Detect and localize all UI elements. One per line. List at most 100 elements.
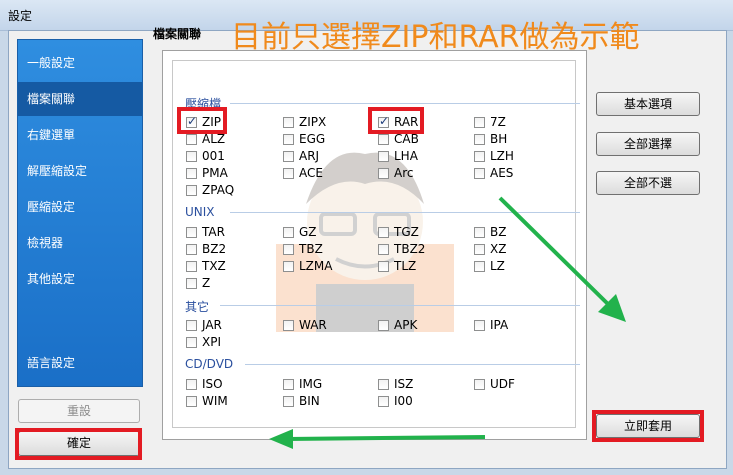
select-all-button[interactable]: 全部選擇 (596, 132, 700, 156)
sidebar-item-context-menu[interactable]: 右鍵選單 (18, 118, 142, 152)
label-7z: 7Z (490, 115, 506, 129)
checkbox-tgz[interactable] (378, 227, 389, 238)
checkbox-xpi[interactable] (186, 337, 197, 348)
checkbox-ace[interactable] (283, 168, 294, 179)
checkbox-7z[interactable] (474, 117, 485, 128)
checkbox-udf[interactable] (474, 379, 485, 390)
label-tar: TAR (202, 225, 225, 239)
checkbox-zpaq[interactable] (186, 185, 197, 196)
checkbox-arj[interactable] (283, 151, 294, 162)
green-arrow-down-right-icon (498, 196, 626, 322)
label-i00: I00 (394, 394, 413, 408)
label-bin: BIN (299, 394, 320, 408)
sidebar-item-language[interactable]: 語言設定 (18, 346, 142, 380)
basic-options-button[interactable]: 基本選項 (596, 92, 700, 116)
label-tgz: TGZ (394, 225, 419, 239)
label-alz: ALZ (202, 132, 226, 146)
ok-button[interactable]: 確定 (18, 431, 140, 456)
label-aes: AES (490, 166, 514, 180)
sidebar-item-general[interactable]: 一般設定 (18, 46, 142, 80)
checkbox-egg[interactable] (283, 134, 294, 145)
checkbox-txz[interactable] (186, 261, 197, 272)
checkbox-arc[interactable] (378, 168, 389, 179)
sidebar-item-compress[interactable]: 壓縮設定 (18, 190, 142, 224)
label-pma: PMA (202, 166, 228, 180)
checkbox-tbz2[interactable] (378, 244, 389, 255)
checkbox-i00[interactable] (378, 396, 389, 407)
checkbox-ipa[interactable] (474, 320, 485, 331)
checkbox-gz[interactable] (283, 227, 294, 238)
checkbox-zipx[interactable] (283, 117, 294, 128)
section-unix-label: UNIX (185, 205, 215, 219)
sidebar-item-extract[interactable]: 解壓縮設定 (18, 154, 142, 188)
checkbox-isz[interactable] (378, 379, 389, 390)
label-rar: RAR (394, 115, 419, 129)
reset-button[interactable]: 重設 (18, 399, 140, 423)
sidebar-item-file-association[interactable]: 檔案關聯 (18, 82, 142, 116)
checkbox-war[interactable] (283, 320, 294, 331)
label-arj: ARJ (299, 149, 320, 163)
label-iso: ISO (202, 377, 223, 391)
label-tbz: TBZ (299, 242, 323, 256)
label-ace: ACE (299, 166, 323, 180)
checkbox-apk[interactable] (378, 320, 389, 331)
section-divider (245, 364, 580, 365)
checkbox-cab[interactable] (378, 134, 389, 145)
checkbox-001[interactable] (186, 151, 197, 162)
sidebar-item-viewer[interactable]: 檢視器 (18, 226, 142, 260)
label-tbz2: TBZ2 (394, 242, 426, 256)
checkbox-xz[interactable] (474, 244, 485, 255)
label-bz2: BZ2 (202, 242, 227, 256)
checkbox-aes[interactable] (474, 168, 485, 179)
label-udf: UDF (490, 377, 515, 391)
checkbox-tbz[interactable] (283, 244, 294, 255)
checkbox-z[interactable] (186, 278, 197, 289)
checkbox-pma[interactable] (186, 168, 197, 179)
checkbox-bh[interactable] (474, 134, 485, 145)
label-bh: BH (490, 132, 508, 146)
sidebar: 一般設定 檔案關聯 右鍵選單 解壓縮設定 壓縮設定 檢視器 其他設定 語言設定 (17, 39, 143, 387)
label-zpaq: ZPAQ (202, 183, 235, 197)
label-lzh: LZH (490, 149, 514, 163)
apply-now-button[interactable]: 立即套用 (596, 414, 700, 438)
label-lzma: LZMA (299, 259, 333, 273)
checkbox-zip[interactable] (186, 114, 197, 128)
checkbox-bz[interactable] (474, 227, 485, 238)
label-img: IMG (299, 377, 323, 391)
checkbox-lzma[interactable] (283, 261, 294, 272)
checkbox-lz[interactable] (474, 261, 485, 272)
label-tlz: TLZ (394, 259, 417, 273)
label-txz: TXZ (202, 259, 226, 273)
checkbox-rar[interactable] (378, 114, 389, 128)
label-isz: ISZ (394, 377, 414, 391)
label-zipx: ZIPX (299, 115, 327, 129)
section-cddvd-label: CD/DVD (185, 357, 234, 371)
window-title: 設定 (8, 9, 33, 23)
label-wim: WIM (202, 394, 228, 408)
label-egg: EGG (299, 132, 326, 146)
section-divider (230, 103, 580, 104)
label-arc: Arc (394, 166, 414, 180)
checkbox-jar[interactable] (186, 320, 197, 331)
checkbox-lha[interactable] (378, 151, 389, 162)
checkbox-wim[interactable] (186, 396, 197, 407)
label-001: 001 (202, 149, 225, 163)
checkbox-alz[interactable] (186, 134, 197, 145)
checkbox-iso[interactable] (186, 379, 197, 390)
checkbox-img[interactable] (283, 379, 294, 390)
panel-title: 檔案關聯 (153, 27, 202, 41)
sidebar-item-other[interactable]: 其他設定 (18, 262, 142, 296)
checkbox-bin[interactable] (283, 396, 294, 407)
label-cab: CAB (394, 132, 419, 146)
green-arrow-left-icon (269, 429, 486, 449)
section-archives-label: 壓縮檔 (185, 97, 222, 111)
checkbox-tlz[interactable] (378, 261, 389, 272)
checkbox-lzh[interactable] (474, 151, 485, 162)
section-others-label: 其它 (185, 300, 210, 314)
checkbox-tar[interactable] (186, 227, 197, 238)
label-xpi: XPI (202, 335, 221, 349)
label-z: Z (202, 276, 211, 290)
checkbox-bz2[interactable] (186, 244, 197, 255)
label-gz: GZ (299, 225, 317, 239)
label-apk: APK (394, 318, 418, 332)
